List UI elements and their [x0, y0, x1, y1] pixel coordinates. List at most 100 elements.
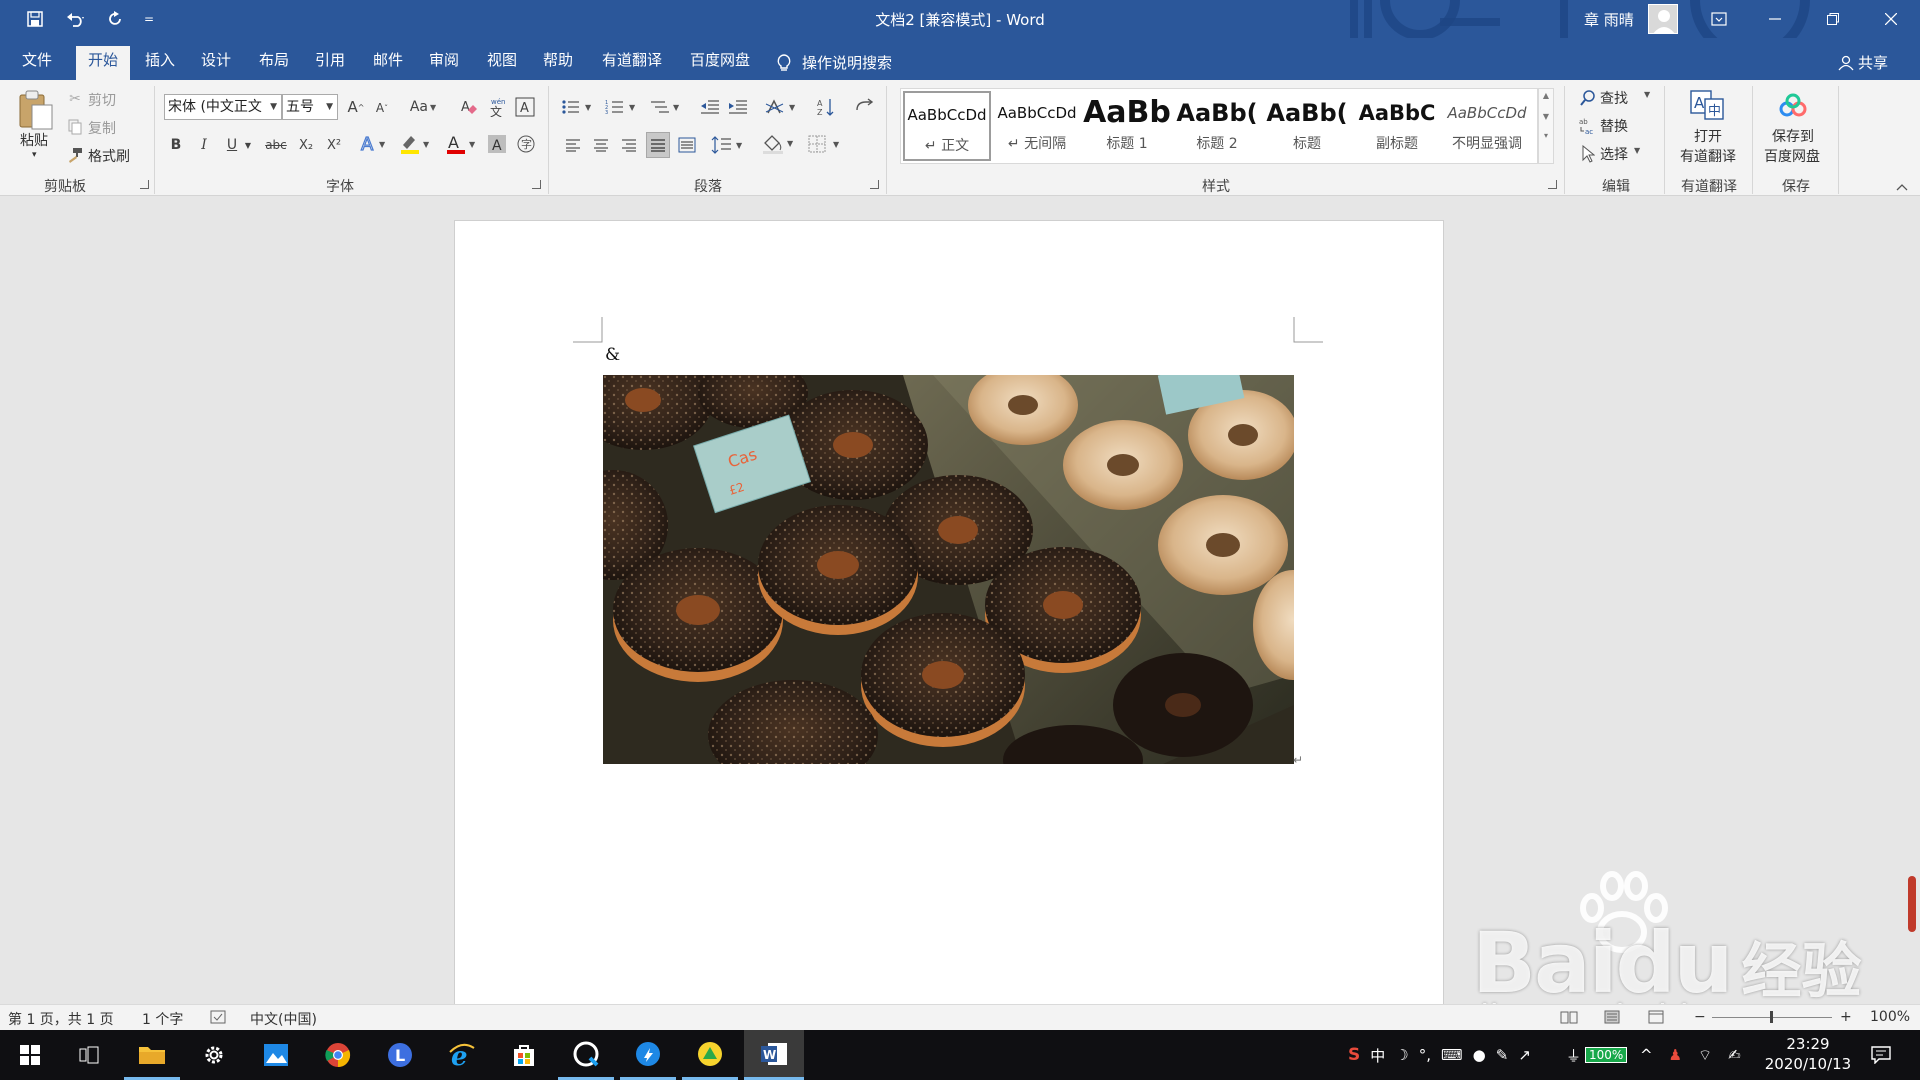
share-tray-icon[interactable]: ↗	[1518, 1046, 1531, 1064]
style-heading-2[interactable]: AaBb( 标题 2	[1173, 91, 1261, 161]
chinese-layout-icon[interactable]: ▼	[764, 96, 800, 118]
phonetic-guide-icon[interactable]: wén 文	[486, 96, 508, 118]
qq-tray-icon[interactable]: ♟	[1669, 1046, 1682, 1064]
inserted-image[interactable]: Cas £2	[603, 375, 1294, 764]
tab-design[interactable]: 设计	[190, 46, 242, 80]
borders-icon[interactable]: ▼	[806, 132, 844, 156]
user-icon[interactable]: ●	[1473, 1046, 1486, 1064]
find-icon[interactable]	[1578, 88, 1598, 108]
share-button[interactable]: 共享	[1838, 52, 1888, 73]
avatar[interactable]	[1648, 4, 1678, 34]
photos-icon[interactable]	[248, 1030, 304, 1080]
document-paragraph[interactable]: &	[605, 345, 620, 365]
underline-dropdown-icon[interactable]: ▼	[242, 134, 254, 156]
style-subtitle[interactable]: AaBbC 副标题	[1353, 91, 1441, 161]
align-center-icon[interactable]	[590, 134, 612, 156]
font-name-combobox[interactable]: 宋体 (中文正文 ▼	[164, 94, 282, 120]
style-no-spacing[interactable]: AaBbCcDd ↵ 无间隔	[993, 91, 1081, 161]
internet-explorer-icon[interactable]: e	[434, 1030, 490, 1080]
vertical-scrollbar[interactable]	[1908, 876, 1916, 932]
style-heading-1[interactable]: AaBb 标题 1	[1083, 91, 1171, 161]
action-center-icon[interactable]	[1856, 1030, 1906, 1080]
language-status[interactable]: 中文(中国)	[250, 1009, 317, 1029]
ribbon-display-options-icon[interactable]	[1696, 0, 1742, 38]
underline-button[interactable]: U	[222, 134, 242, 156]
moon-icon[interactable]: ☽	[1395, 1046, 1408, 1064]
sort-icon[interactable]: AZ	[814, 96, 838, 118]
format-painter-button[interactable]: 格式刷	[88, 146, 130, 166]
paste-icon[interactable]	[16, 88, 56, 132]
tab-file[interactable]: 文件	[10, 46, 64, 80]
multilevel-list-icon[interactable]: ▼	[648, 96, 684, 118]
close-icon[interactable]	[1868, 0, 1914, 38]
store-icon[interactable]	[496, 1030, 552, 1080]
wrench-icon[interactable]: ✎	[1496, 1046, 1509, 1064]
italic-button[interactable]: I	[194, 134, 214, 156]
web-layout-icon[interactable]	[1648, 1010, 1664, 1028]
proofing-icon[interactable]	[210, 1010, 226, 1028]
character-shading-button[interactable]: A	[486, 132, 508, 156]
subscript-button[interactable]: X₂	[294, 134, 318, 156]
tell-me-search[interactable]: 操作说明搜索	[776, 46, 916, 80]
start-button[interactable]	[2, 1030, 58, 1080]
distributed-icon[interactable]	[676, 134, 698, 156]
shading-icon[interactable]: ▼	[760, 132, 798, 156]
enclose-characters-icon[interactable]: 字	[514, 132, 538, 156]
youdao-translate-icon[interactable]: A中	[1688, 88, 1728, 122]
repeat-icon[interactable]	[102, 7, 128, 31]
cut-icon[interactable]: ✂	[66, 90, 84, 108]
font-size-combobox[interactable]: 五号 ▼	[282, 94, 338, 120]
print-layout-icon[interactable]	[1604, 1010, 1620, 1028]
select-button[interactable]: 选择	[1600, 144, 1628, 164]
zoom-slider-thumb[interactable]	[1770, 1011, 1773, 1023]
page-count[interactable]: 第 1 页，共 1 页	[8, 1009, 114, 1029]
paragraph-launcher-icon[interactable]	[870, 180, 879, 189]
customize-qat-icon[interactable]: =	[136, 7, 162, 31]
line-spacing-icon[interactable]: ▼	[710, 134, 746, 156]
punctuation-icon[interactable]: °,	[1419, 1046, 1431, 1064]
open-youdao-line1[interactable]: 打开	[1694, 126, 1722, 146]
increase-indent-icon[interactable]	[726, 96, 750, 118]
chevron-up-icon[interactable]: ^	[1640, 1046, 1653, 1064]
tab-review[interactable]: 审阅	[418, 46, 470, 80]
tab-view[interactable]: 视图	[476, 46, 528, 80]
zoom-in-button[interactable]: +	[1840, 1009, 1852, 1025]
find-dropdown-icon[interactable]: ▼	[1644, 90, 1650, 99]
decrease-indent-icon[interactable]	[698, 96, 722, 118]
file-explorer-icon[interactable]	[124, 1030, 180, 1080]
pen-icon[interactable]: ✍	[1728, 1046, 1741, 1064]
save-to-baidu-line1[interactable]: 保存到	[1772, 126, 1814, 146]
read-mode-icon[interactable]	[1560, 1010, 1578, 1028]
numbering-icon[interactable]: 1 2 3 ▼	[604, 96, 640, 118]
keyboard-icon[interactable]: ⌨	[1441, 1046, 1463, 1064]
document-page[interactable]: & Cas £2 ↵	[454, 220, 1444, 1004]
document-area[interactable]: & Cas £2 ↵	[0, 196, 1920, 1004]
highlight-color-icon[interactable]: ▼	[398, 132, 434, 156]
restore-icon[interactable]	[1810, 0, 1856, 38]
settings-icon[interactable]	[186, 1030, 242, 1080]
tab-references[interactable]: 引用	[304, 46, 356, 80]
paste-dropdown-icon[interactable]: ▾	[32, 150, 37, 160]
styles-launcher-icon[interactable]	[1548, 180, 1557, 189]
baidu-netdisk-icon[interactable]	[1776, 92, 1810, 120]
style-normal[interactable]: AaBbCcDd ↵ 正文	[903, 91, 991, 161]
tab-baidu-netdisk[interactable]: 百度网盘	[682, 46, 758, 80]
text-effects-icon[interactable]: A ▼	[358, 132, 388, 156]
copy-icon[interactable]	[66, 118, 84, 136]
shrink-font-icon[interactable]: Aˇ	[372, 98, 392, 118]
align-right-icon[interactable]	[618, 134, 640, 156]
open-youdao-line2[interactable]: 有道翻译	[1680, 146, 1736, 166]
style-subtle-emphasis[interactable]: AaBbCcDd 不明显强调	[1443, 91, 1531, 161]
align-left-icon[interactable]	[562, 134, 584, 156]
grow-font-icon[interactable]: A ^	[346, 96, 366, 118]
bold-button[interactable]: B	[166, 134, 186, 156]
wifi-icon[interactable]: ⌔	[1698, 1046, 1712, 1065]
user-name[interactable]: 章 雨晴	[1584, 9, 1634, 30]
chevron-down-icon[interactable]: ▼	[1539, 112, 1553, 121]
clock[interactable]: 23:29 2020/10/13	[1760, 1034, 1856, 1074]
qq-browser-icon[interactable]	[558, 1030, 614, 1080]
change-case-button[interactable]: Aa ▼	[406, 96, 440, 118]
tab-youdao[interactable]: 有道翻译	[594, 46, 670, 80]
chevron-up-icon[interactable]: ▲	[1539, 91, 1553, 100]
find-button[interactable]: 查找	[1600, 88, 1628, 108]
